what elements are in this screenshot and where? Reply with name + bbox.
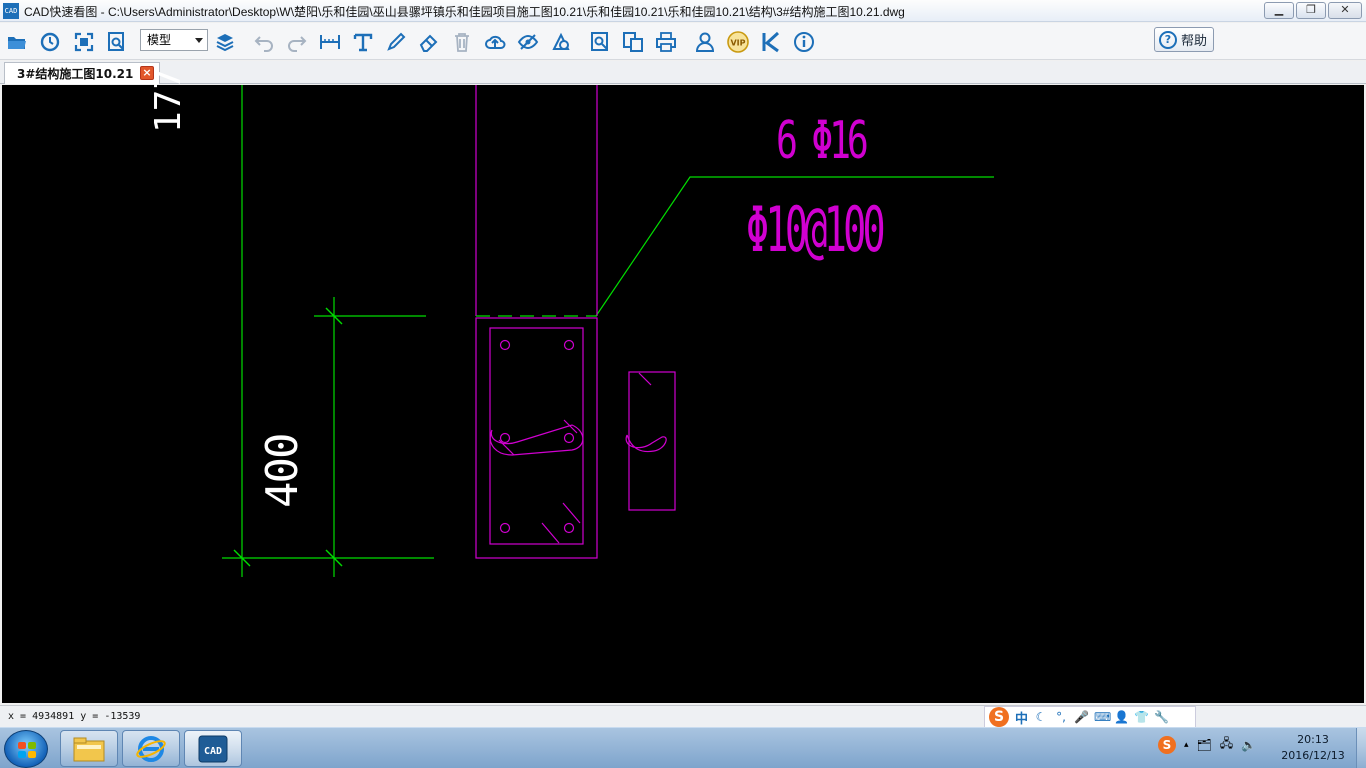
folder-icon bbox=[73, 737, 105, 761]
help-button[interactable]: ? 帮助 bbox=[1154, 27, 1214, 52]
app-window: CAD CAD快速看图 - C:\Users\Administrator\Des… bbox=[0, 0, 1366, 768]
main-toolbar: 模型 VIP ? 帮助 bbox=[0, 23, 1366, 60]
rebar-dot bbox=[563, 432, 575, 444]
drawing-canvas[interactable]: 177 400 6 Φ16 Φ10@100 bbox=[2, 68, 1364, 703]
tie-bar-shape bbox=[489, 424, 584, 456]
export-icon[interactable] bbox=[620, 29, 646, 55]
clock-date: 2016/12/13 bbox=[1281, 749, 1345, 762]
rebar-dot bbox=[563, 522, 575, 534]
cad-app-icon: CAD bbox=[198, 735, 228, 762]
layers-icon[interactable] bbox=[212, 29, 238, 55]
trash-icon[interactable] bbox=[449, 29, 475, 55]
window-controls: ▁ ❐ ✕ bbox=[1264, 2, 1362, 19]
windows-logo-icon bbox=[18, 742, 36, 758]
tie-bar-shape bbox=[625, 434, 667, 453]
title-bar: CAD CAD快速看图 - C:\Users\Administrator\Des… bbox=[0, 0, 1366, 22]
model-layout-select[interactable]: 模型 bbox=[140, 29, 208, 51]
window-title: CAD快速看图 - C:\Users\Administrator\Desktop… bbox=[24, 5, 905, 19]
pen-icon[interactable] bbox=[383, 29, 409, 55]
rebar-dot bbox=[499, 339, 511, 351]
app-logo-icon: CAD bbox=[3, 3, 19, 19]
rebar-dot bbox=[563, 339, 575, 351]
tie-detail-outline bbox=[628, 371, 676, 511]
hook-line bbox=[638, 372, 652, 386]
text-icon[interactable] bbox=[350, 29, 376, 55]
taskbar-explorer-button[interactable] bbox=[60, 730, 118, 767]
restore-button[interactable]: ❐ bbox=[1296, 2, 1326, 19]
skin-icon[interactable]: 👕 bbox=[1134, 710, 1149, 724]
dimension-text-400: 400 bbox=[257, 434, 308, 508]
svg-text:CAD: CAD bbox=[204, 746, 222, 757]
drawing-svg bbox=[222, 85, 994, 577]
wrench-icon[interactable]: 🔧 bbox=[1154, 710, 1169, 724]
tray-expand-icon[interactable]: ▴ bbox=[1184, 740, 1189, 750]
ime-mode-label[interactable]: 中 bbox=[1015, 708, 1028, 727]
show-desktop-button[interactable] bbox=[1356, 728, 1366, 768]
user-status-icon[interactable]: 👤 bbox=[1114, 710, 1129, 724]
taskbar: CAD S ▴ 🗂 🖧 🔈 20:13 2016/12/13 bbox=[0, 727, 1366, 768]
punctuation-icon[interactable]: °, bbox=[1054, 710, 1068, 724]
redo-icon[interactable] bbox=[284, 29, 310, 55]
info-icon[interactable] bbox=[791, 29, 817, 55]
open-folder-icon[interactable] bbox=[4, 29, 30, 55]
sogou-tray-icon[interactable]: S bbox=[1158, 735, 1176, 754]
help-label: 帮助 bbox=[1181, 34, 1208, 49]
sogou-logo-icon[interactable]: S bbox=[989, 707, 1009, 727]
k-icon[interactable] bbox=[758, 29, 784, 55]
keyboard-icon[interactable]: ⌨ bbox=[1094, 710, 1111, 724]
cursor-coordinates: x = 4934891 y = -13539 bbox=[8, 711, 141, 722]
dimension-text-177: 177 bbox=[148, 67, 189, 133]
undo-icon[interactable] bbox=[251, 29, 277, 55]
chevron-down-icon bbox=[195, 38, 203, 43]
help-icon: ? bbox=[1159, 30, 1177, 49]
clock-time: 20:13 bbox=[1297, 733, 1329, 746]
status-bar: x = 4934891 y = -13539 S 中 ☾ °, 🎤 ⌨ 👤 👕 … bbox=[0, 705, 1366, 728]
system-clock[interactable]: 20:13 2016/12/13 bbox=[1276, 732, 1350, 764]
hook-line bbox=[541, 522, 560, 544]
find-text-icon[interactable] bbox=[587, 29, 613, 55]
moon-icon[interactable]: ☾ bbox=[1034, 710, 1048, 724]
fit-view-icon[interactable] bbox=[71, 29, 97, 55]
ime-toolbar[interactable]: S 中 ☾ °, 🎤 ⌨ 👤 👕 🔧 bbox=[984, 706, 1196, 728]
system-tray: S ▴ 🗂 🖧 🔈 bbox=[1158, 734, 1256, 755]
measure-icon[interactable] bbox=[317, 29, 343, 55]
start-button[interactable] bbox=[4, 730, 48, 768]
rebar-main-label: 6 Φ16 bbox=[776, 111, 869, 171]
close-window-button[interactable]: ✕ bbox=[1328, 2, 1362, 19]
eraser-icon[interactable] bbox=[416, 29, 442, 55]
hook-line bbox=[562, 502, 581, 524]
document-tab[interactable]: 3#结构施工图10.21 × bbox=[4, 62, 160, 84]
network-icon[interactable]: 🖧 bbox=[1220, 734, 1233, 755]
rebar-dot bbox=[499, 432, 511, 444]
model-layout-value: 模型 bbox=[147, 33, 172, 47]
volume-icon[interactable]: 🔈 bbox=[1241, 738, 1256, 752]
document-tab-label: 3#结构施工图10.21 bbox=[17, 67, 134, 81]
taskbar-ie-button[interactable] bbox=[122, 730, 180, 767]
cloud-upload-icon[interactable] bbox=[482, 29, 508, 55]
hide-icon[interactable] bbox=[515, 29, 541, 55]
user-icon[interactable] bbox=[692, 29, 718, 55]
internet-explorer-icon bbox=[136, 735, 166, 762]
rebar-stirrup-label: Φ10@100 bbox=[746, 193, 886, 266]
settings-icon[interactable] bbox=[548, 29, 574, 55]
history-icon[interactable] bbox=[37, 29, 63, 55]
vip-icon[interactable]: VIP bbox=[725, 29, 751, 55]
minimize-button[interactable]: ▁ bbox=[1264, 2, 1294, 19]
rebar-dot bbox=[499, 522, 511, 534]
microphone-icon[interactable]: 🎤 bbox=[1074, 710, 1089, 724]
print-icon[interactable] bbox=[653, 29, 679, 55]
zoom-window-icon[interactable] bbox=[104, 29, 130, 55]
document-tab-strip: 3#结构施工图10.21 × bbox=[0, 61, 1366, 84]
usb-device-icon[interactable]: 🗂 bbox=[1197, 738, 1212, 752]
taskbar-cad-button[interactable]: CAD bbox=[184, 730, 242, 767]
svg-text:VIP: VIP bbox=[730, 39, 745, 48]
